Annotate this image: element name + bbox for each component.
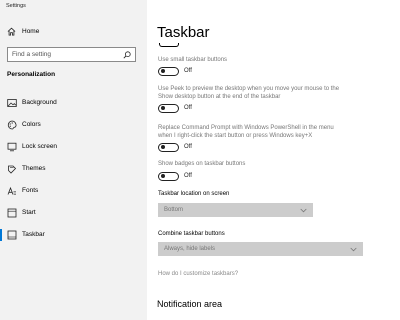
peek-label-line2: Show desktop button at the end of the ta… (158, 94, 281, 100)
badges-label: Show badges on taskbar buttons (158, 161, 246, 167)
sidebar-item-label: Taskbar (22, 231, 45, 238)
selected-indicator (0, 229, 2, 241)
location-dropdown[interactable]: Bottom (158, 203, 313, 217)
powershell-label-line1: Replace Command Prompt with Windows Powe… (158, 125, 334, 131)
chevron-down-icon (300, 208, 307, 213)
search-placeholder: Find a setting (12, 51, 52, 58)
page-title: Taskbar (157, 24, 210, 41)
combine-value: Always, hide labels (164, 246, 216, 252)
toggle-knob (161, 106, 165, 111)
toggle-knob (161, 69, 165, 74)
section-header: Personalization (7, 71, 56, 78)
toggle-knob (161, 145, 165, 150)
sidebar-item-background[interactable]: Background (0, 96, 147, 110)
peek-label-line1: Use Peek to preview the desktop when you… (158, 86, 340, 92)
lock-screen-icon (7, 142, 17, 152)
sidebar-item-label: Fonts (22, 187, 39, 194)
small-buttons-label: Use small taskbar buttons (158, 57, 228, 63)
palette-icon (7, 120, 17, 130)
sidebar-item-start[interactable]: Start (0, 206, 147, 220)
combine-label: Combine taskbar buttons (158, 231, 225, 237)
search-icon (123, 51, 131, 59)
home-icon (7, 27, 16, 36)
peek-state: Off (184, 105, 192, 111)
toggle-knob (161, 174, 165, 179)
powershell-label-line2: when I right-click the start button or p… (158, 133, 313, 139)
location-label: Taskbar location on screen (158, 191, 230, 197)
sidebar-item-label: Lock screen (22, 143, 58, 150)
powershell-toggle[interactable] (158, 143, 179, 152)
partial-toggle-above (159, 43, 179, 47)
notification-area-heading: Notification area (157, 299, 223, 309)
sidebar-item-taskbar[interactable]: Taskbar (0, 228, 147, 242)
small-buttons-toggle[interactable] (158, 67, 179, 76)
peek-toggle[interactable] (158, 104, 179, 113)
sidebar-item-themes[interactable]: Themes (0, 162, 147, 176)
start-icon (7, 208, 17, 218)
home-nav-item[interactable]: Home (0, 25, 147, 39)
search-input[interactable]: Find a setting (7, 47, 136, 62)
themes-icon (8, 165, 17, 174)
sidebar-item-label: Background (22, 99, 57, 106)
location-value: Bottom (164, 207, 184, 213)
combine-dropdown[interactable]: Always, hide labels (158, 242, 363, 256)
home-label: Home (22, 28, 40, 35)
badges-state: Off (184, 173, 192, 179)
sidebar: Settings Home Find a setting Personaliza… (0, 0, 147, 320)
picture-icon (7, 99, 17, 107)
sidebar-item-label: Start (22, 209, 36, 216)
window-title: Settings (6, 3, 26, 9)
sidebar-item-label: Colors (22, 121, 41, 128)
sidebar-item-lock-screen[interactable]: Lock screen (0, 140, 147, 154)
badges-toggle[interactable] (158, 172, 179, 181)
powershell-state: Off (184, 144, 192, 150)
small-buttons-state: Off (184, 68, 192, 74)
main-content: Taskbar Use small taskbar buttons Off Us… (147, 0, 400, 320)
fonts-icon (7, 186, 16, 195)
sidebar-item-colors[interactable]: Colors (0, 118, 147, 132)
help-link[interactable]: How do I customize taskbars? (158, 271, 238, 277)
sidebar-item-fonts[interactable]: Fonts (0, 184, 147, 198)
chevron-down-icon (350, 247, 357, 252)
taskbar-icon (7, 230, 17, 240)
sidebar-item-label: Themes (22, 165, 46, 172)
